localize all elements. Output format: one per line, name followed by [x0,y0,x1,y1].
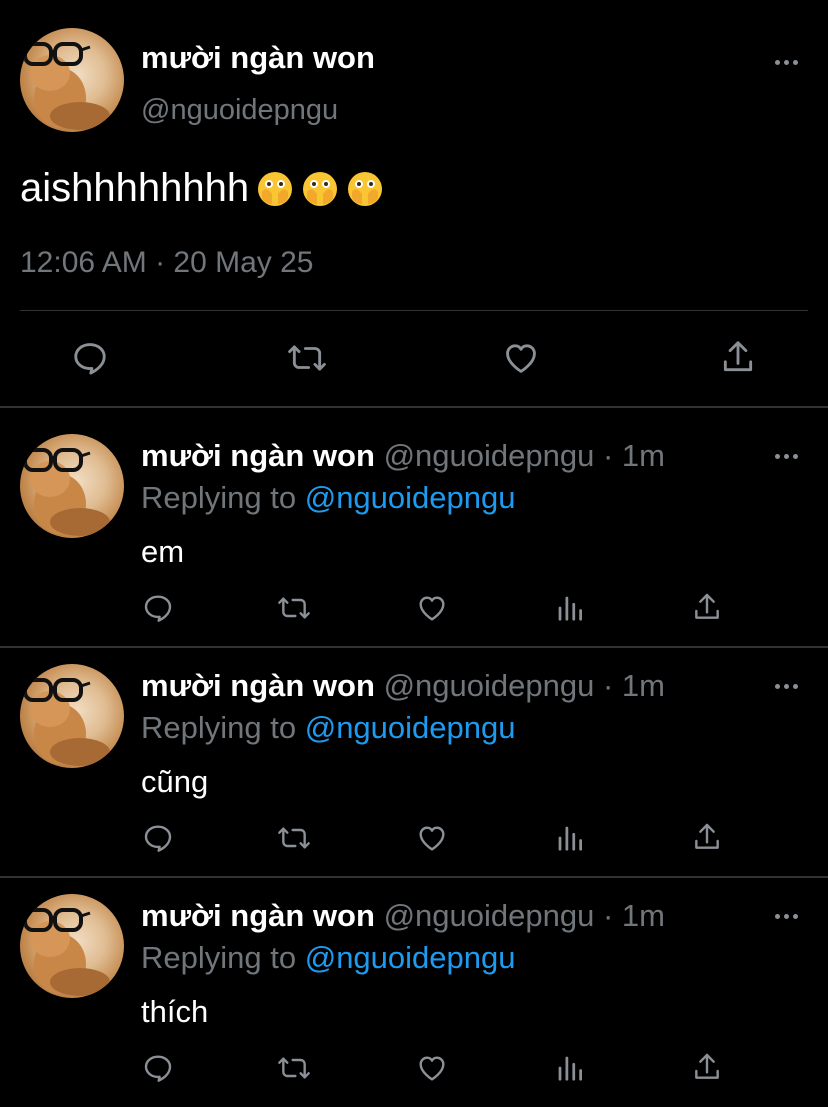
reply-text: thích [141,994,209,1029]
reply-tweet[interactable]: mười ngàn won @nguoidepngu · 1m Replying… [0,868,828,1098]
reply-icon[interactable] [140,820,176,856]
thread-view: mười ngàn won @nguoidepngu aishhhhhhhh 1… [0,0,828,1107]
share-icon[interactable] [718,336,758,378]
replying-to-line: Replying to @nguoidepngu [141,940,515,976]
display-name[interactable]: mười ngàn won [141,668,375,703]
reply-time: 1m [621,898,665,933]
reply-header: mười ngàn won @nguoidepngu · 1m [141,898,665,934]
like-icon[interactable] [414,590,450,626]
retweet-icon[interactable] [285,338,329,378]
tweet-timestamp[interactable]: 12:06 AM · 20 May 25 [20,246,314,280]
reply-tweet[interactable]: mười ngàn won @nguoidepngu · 1m Replying… [0,408,828,638]
avatar[interactable] [20,434,124,538]
replying-prefix: Replying to [141,480,305,515]
tweet-text: aishhhhhhhh [20,166,384,211]
reply-icon[interactable] [140,1050,176,1086]
more-options-icon[interactable] [769,52,803,72]
reply-time: 1m [621,438,665,473]
retweet-icon[interactable] [275,1050,313,1086]
reply-actions [0,1046,828,1090]
retweet-icon[interactable] [275,820,313,856]
views-icon[interactable] [553,1050,587,1086]
face-hand-over-mouth-emoji-icon [301,170,339,208]
avatar-image [23,678,110,766]
share-icon[interactable] [689,588,725,626]
avatar-image [23,448,110,536]
views-icon[interactable] [553,820,587,856]
avatar-image [23,42,110,130]
share-icon[interactable] [689,818,725,856]
reply-header: mười ngàn won @nguoidepngu · 1m [141,668,665,704]
like-icon[interactable] [414,1050,450,1086]
reply-text: cũng [141,764,209,799]
mention-link[interactable]: @nguoidepngu [305,710,516,745]
retweet-icon[interactable] [275,590,313,626]
replying-to-line: Replying to @nguoidepngu [141,710,515,746]
reply-actions [0,586,828,630]
mention-link[interactable]: @nguoidepngu [305,480,516,515]
user-handle[interactable]: @nguoidepngu [384,438,595,473]
avatar[interactable] [20,664,124,768]
views-icon[interactable] [553,590,587,626]
replying-prefix: Replying to [141,940,305,975]
user-handle[interactable]: @nguoidepngu [384,668,595,703]
user-handle[interactable]: @nguoidepngu [384,898,595,933]
like-icon[interactable] [414,820,450,856]
reply-header: mười ngàn won @nguoidepngu · 1m [141,438,665,474]
divider [20,310,808,311]
replying-to-line: Replying to @nguoidepngu [141,480,515,516]
avatar[interactable] [20,894,124,998]
tweet-text-content: aishhhhhhhh [20,166,250,210]
display-name[interactable]: mười ngàn won [141,438,375,473]
reply-time: 1m [621,668,665,703]
separator-dot: · [602,668,614,703]
share-icon[interactable] [689,1048,725,1086]
more-options-icon[interactable] [769,446,803,466]
avatar-image [23,908,110,996]
like-icon[interactable] [500,338,542,378]
reply-actions [0,816,828,860]
separator-dot: · [602,438,614,473]
reply-text: em [141,534,185,569]
tweet-actions [0,330,828,390]
reply-icon[interactable] [70,338,110,378]
face-hand-over-mouth-emoji-icon [346,170,384,208]
mention-link[interactable]: @nguoidepngu [305,940,516,975]
reply-tweet[interactable]: mười ngàn won @nguoidepngu · 1m Replying… [0,638,828,868]
reply-icon[interactable] [140,590,176,626]
display-name[interactable]: mười ngàn won [141,898,375,933]
avatar[interactable] [20,28,124,132]
more-options-icon[interactable] [769,676,803,696]
replying-prefix: Replying to [141,710,305,745]
face-hand-over-mouth-emoji-icon [256,170,294,208]
more-options-icon[interactable] [769,906,803,926]
separator-dot: · [602,898,614,933]
main-tweet: mười ngàn won @nguoidepngu aishhhhhhhh 1… [0,0,828,407]
display-name[interactable]: mười ngàn won [141,40,375,76]
user-handle[interactable]: @nguoidepngu [141,94,338,127]
